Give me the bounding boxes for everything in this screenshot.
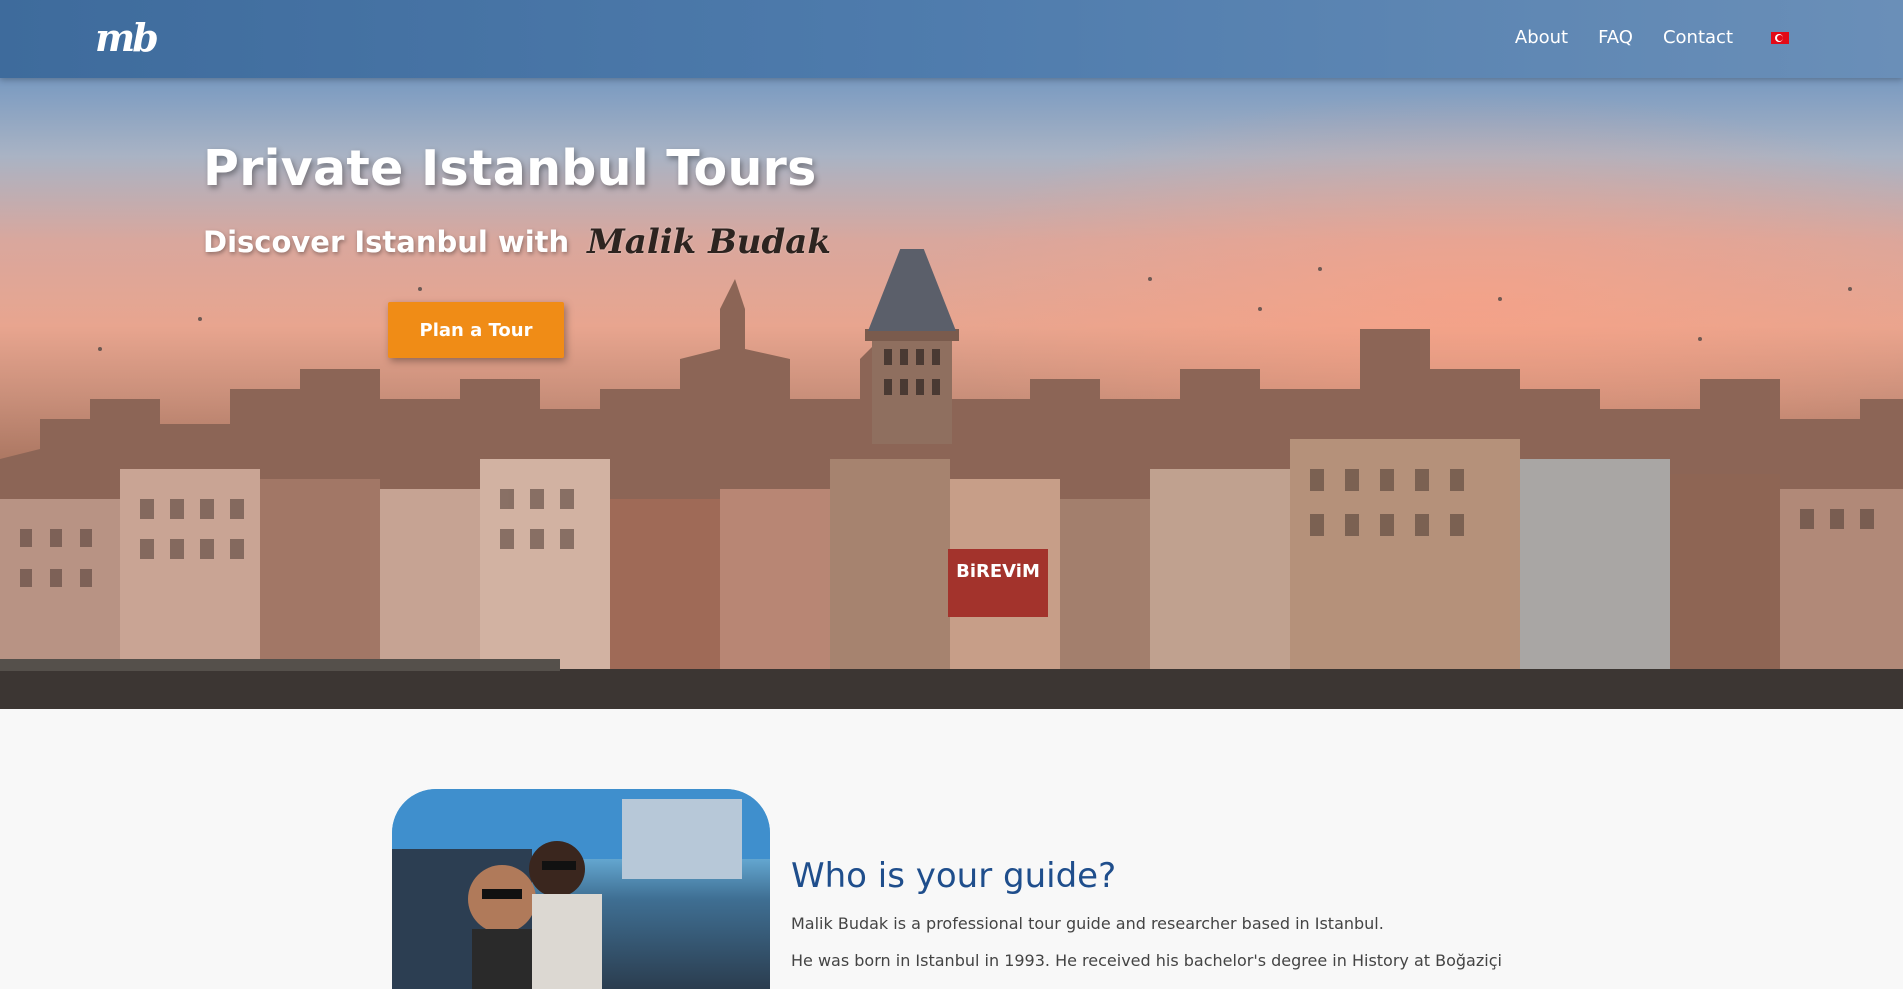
- istanbul-skyline-image: BiREViM: [0, 249, 1903, 709]
- svg-text:BiREViM: BiREViM: [956, 561, 1040, 582]
- turkey-flag-icon[interactable]: [1771, 32, 1789, 44]
- about-section: Who is your guide? Malik Budak is a prof…: [0, 709, 1903, 989]
- plan-a-tour-button[interactable]: Plan a Tour: [388, 302, 564, 358]
- top-navbar: mb About FAQ Contact: [0, 0, 1903, 78]
- guide-photo: [392, 789, 770, 989]
- site-logo[interactable]: mb: [95, 16, 159, 60]
- nav-about-link[interactable]: About: [1515, 26, 1568, 50]
- about-paragraph-2: He was born in Istanbul in 1993. He rece…: [791, 951, 1502, 970]
- guide-photo-illustration: [392, 789, 770, 989]
- nav-contact-link[interactable]: Contact: [1663, 26, 1733, 50]
- hero-subtitle: Discover Istanbul with Malik Budak: [203, 222, 831, 262]
- galata-tower: [865, 249, 959, 444]
- hero-section: BiREViM: [0, 0, 1903, 709]
- hero-title: Private Istanbul Tours: [203, 140, 817, 197]
- signature-logo: Malik Budak: [587, 222, 831, 262]
- hero-subtitle-prefix: Discover Istanbul with: [203, 225, 570, 259]
- billboard: BiREViM: [948, 549, 1048, 617]
- main-nav: About FAQ Contact: [1485, 26, 1789, 50]
- about-heading: Who is your guide?: [791, 856, 1117, 896]
- about-paragraph-1: Malik Budak is a professional tour guide…: [791, 914, 1384, 933]
- nav-faq-link[interactable]: FAQ: [1598, 26, 1633, 50]
